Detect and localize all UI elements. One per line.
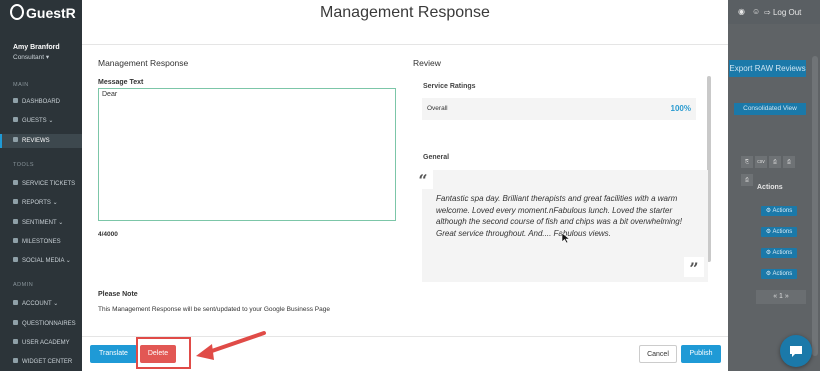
logo-icon (10, 4, 24, 20)
row-actions-button[interactable]: ⚙ Actions (761, 206, 797, 216)
cancel-button[interactable]: Cancel (639, 345, 677, 363)
quote-close-icon: ” (684, 257, 704, 278)
row-actions-button[interactable]: ⚙ Actions (761, 248, 797, 258)
sidebar-item-sentiment[interactable]: SENTIMENT ⌄ (0, 216, 82, 230)
annotation-arrow-icon (196, 331, 266, 360)
header-divider (82, 44, 728, 45)
sidebar-item-user-academy[interactable]: USER ACADEMY (0, 336, 82, 350)
reports-icon (13, 199, 18, 204)
quote-open-icon: “ (413, 169, 433, 190)
excel-button[interactable]: ⎙ (783, 156, 795, 168)
sidebar-item-widget-center[interactable]: WIDGET CENTER (0, 355, 82, 369)
app-logo[interactable]: GuestR (10, 4, 76, 21)
sidebar-item-dashboard[interactable]: DASHBOARD (0, 95, 82, 109)
account-icon (13, 300, 18, 305)
chat-launcher-button[interactable] (780, 335, 812, 367)
logout-link[interactable]: ⇨ Log Out (764, 8, 801, 17)
dashboard-icon (13, 98, 18, 103)
review-section-heading: Review (413, 58, 441, 68)
csv-button[interactable]: csv (755, 156, 767, 168)
highlight-box (136, 337, 191, 369)
actions-column-header: Actions (757, 184, 783, 191)
copy-button[interactable]: ⎘ (741, 156, 753, 168)
sidebar-item-reviews[interactable]: REVIEWS (0, 134, 82, 148)
note-text: This Management Response will be sent/up… (98, 306, 330, 313)
section-label-tools: TOOLS (13, 162, 35, 168)
sidebar-item-reports[interactable]: REPORTS ⌄ (0, 196, 82, 210)
chat-bubble-icon (790, 346, 802, 357)
flag-icon (13, 238, 18, 243)
question-icon (13, 320, 18, 325)
academy-icon (13, 339, 18, 344)
sidebar-item-account[interactable]: ACCOUNT ⌄ (0, 297, 82, 311)
rating-label: Overall (427, 105, 448, 112)
message-textarea[interactable] (98, 88, 396, 221)
general-title: General (423, 154, 450, 161)
modal-title: Management Response (320, 4, 490, 21)
service-ratings-title: Service Ratings (423, 83, 476, 90)
reviews-icon (13, 137, 18, 142)
pdf-button[interactable]: ⎙ (769, 156, 781, 168)
translate-button[interactable]: Translate (90, 345, 137, 363)
character-counter: 4/4000 (98, 231, 118, 238)
social-icon (13, 257, 18, 262)
ticket-icon (13, 180, 18, 185)
row-actions-button[interactable]: ⚙ Actions (761, 269, 797, 279)
sidebar-item-guests[interactable]: GUESTS ⌄ (0, 114, 82, 128)
section-label-main: MAIN (13, 82, 29, 88)
sidebar-item-milestones[interactable]: MILESTONES (0, 235, 82, 249)
sidebar-item-social-media[interactable]: SOCIAL MEDIA ⌄ (0, 254, 82, 268)
response-section-heading: Management Response (98, 58, 189, 68)
bell-icon[interactable]: ◉ (738, 7, 745, 16)
pagination[interactable]: « 1 » (756, 290, 806, 304)
page-scrollbar[interactable] (812, 56, 818, 356)
rating-value: 100% (670, 104, 691, 113)
guests-icon (13, 117, 18, 122)
row-actions-button[interactable]: ⚙ Actions (761, 227, 797, 237)
table-toolbar: ⎘ csv ⎙ ⎙⎙ (741, 150, 805, 186)
sidebar: GuestR Amy Branford Consultant ▾ MAIN DA… (0, 0, 82, 371)
note-title: Please Note (98, 291, 138, 298)
management-response-modal: Management Response Management Response … (82, 0, 728, 371)
widget-icon (13, 358, 18, 363)
message-text-label: Message Text (98, 79, 144, 86)
user-icon[interactable]: ☺ (752, 7, 760, 16)
mouse-cursor-icon (561, 232, 571, 244)
consolidated-view-button[interactable]: Consolidated View (734, 103, 806, 115)
print-button[interactable]: ⎙ (741, 174, 753, 186)
sidebar-item-service-tickets[interactable]: SERVICE TICKETS (0, 177, 82, 191)
user-name: Amy Branford (13, 44, 60, 51)
sentiment-icon (13, 219, 18, 224)
section-label-admin: ADMIN (13, 282, 34, 288)
sidebar-item-questionnaires[interactable]: QUESTIONNAIRES (0, 317, 82, 331)
user-role: Consultant ▾ (13, 54, 50, 61)
top-bar: ◉ ☺ ⇨ Log Out (732, 0, 820, 24)
rating-row: Overall 100% (422, 98, 696, 120)
publish-button[interactable]: Publish (681, 345, 721, 363)
export-raw-reviews-button[interactable]: Export RAW Reviews (729, 60, 806, 77)
user-menu[interactable]: Amy Branford Consultant ▾ (13, 44, 60, 61)
